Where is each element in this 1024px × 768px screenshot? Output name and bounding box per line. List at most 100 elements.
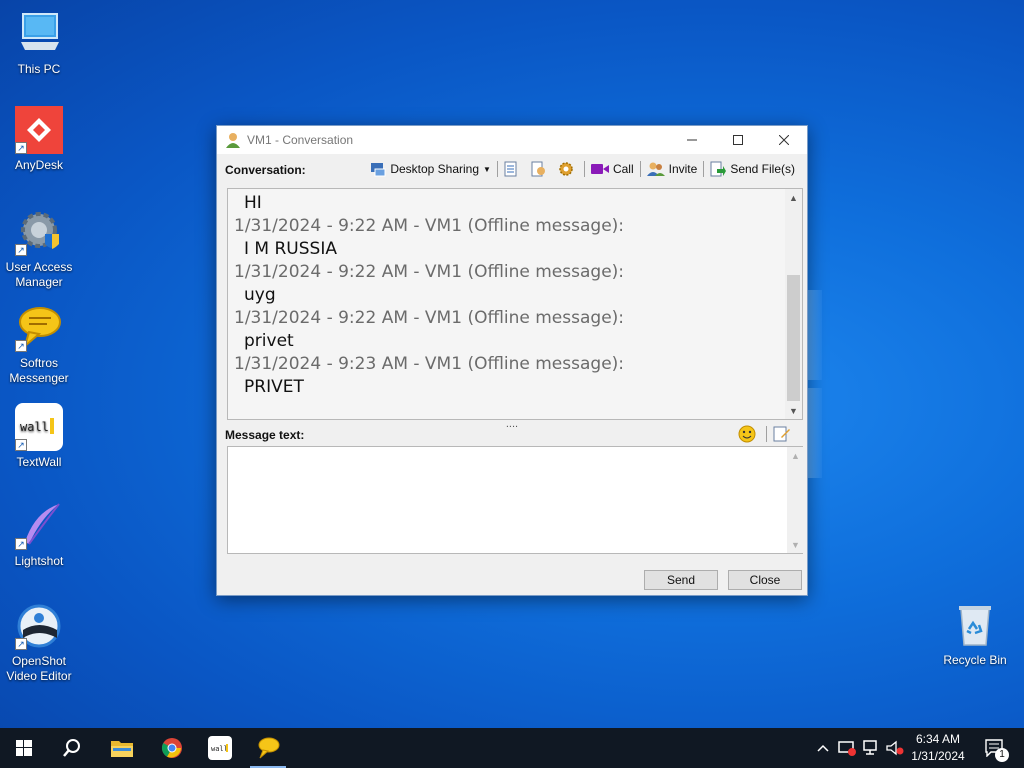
- contact-info-icon: [531, 161, 545, 177]
- maximize-button[interactable]: [715, 126, 761, 154]
- chrome-icon: [161, 738, 182, 758]
- softros-messenger-icon: [258, 737, 280, 759]
- message-tools: [734, 423, 799, 445]
- invite-label: Invite: [668, 162, 698, 176]
- desktop-icon-openshot[interactable]: ↗ OpenShot Video Editor: [0, 602, 79, 684]
- message-text: PRIVET: [244, 377, 304, 397]
- user-contact-icon: [226, 133, 240, 148]
- notification-center-button[interactable]: 1: [980, 728, 1010, 768]
- scroll-down-icon[interactable]: ▼: [785, 402, 802, 419]
- toolbar-separator: [639, 161, 641, 177]
- taskbar-softros-messenger[interactable]: [244, 728, 292, 768]
- message-header: 1/31/2024 - 9:23 AM - VM1 (Offline messa…: [234, 354, 625, 374]
- windows-logo-icon: [16, 740, 32, 756]
- minimize-button[interactable]: [669, 126, 715, 154]
- smiley-icon: [738, 425, 756, 443]
- message-text: HI: [244, 193, 262, 213]
- desktop-icon-label: Lightshot: [14, 554, 64, 568]
- shortcut-arrow-icon: ↗: [15, 340, 27, 352]
- maximize-icon: [733, 135, 743, 145]
- toolbar-separator: [766, 426, 767, 442]
- taskbar-file-explorer[interactable]: [98, 728, 146, 768]
- desktop-sharing-icon: [371, 163, 386, 177]
- text-format-button[interactable]: [769, 423, 799, 445]
- conversation-label: Conversation:: [225, 163, 306, 177]
- send-button[interactable]: Send: [644, 570, 718, 590]
- pane-splitter[interactable]: ....: [217, 419, 807, 430]
- shortcut-arrow-icon: ↗: [15, 638, 27, 650]
- call-button[interactable]: Call: [587, 158, 638, 180]
- this-pc-icon: [15, 10, 63, 58]
- toolbar-separator: [703, 161, 705, 177]
- scroll-up-icon[interactable]: ▲: [785, 189, 802, 206]
- desktop-icon-this-pc[interactable]: This PC: [0, 10, 79, 77]
- conversation-scrollbar[interactable]: ▲ ▼: [785, 189, 802, 419]
- send-files-button[interactable]: Send File(s): [706, 158, 799, 180]
- security-alert-icon: [838, 741, 856, 756]
- desktop-icon-textwall[interactable]: wall ↗ TextWall: [0, 403, 79, 470]
- tray-security-icon-button[interactable]: [836, 728, 858, 768]
- search-button[interactable]: [48, 728, 96, 768]
- desktop-icon-label: Recycle Bin: [943, 653, 1007, 667]
- recycle-bin-icon: [951, 601, 999, 649]
- textwall-icon: wall ↗: [15, 403, 63, 451]
- desktop-icon-user-access-manager[interactable]: ↗ User Access Manager: [0, 208, 79, 290]
- desktop-icon-label: Softros Messenger: [9, 356, 69, 385]
- softros-messenger-icon: ↗: [15, 304, 63, 352]
- title-bar[interactable]: VM1 - Conversation: [217, 126, 807, 154]
- edit-text-icon: [773, 426, 790, 442]
- svg-text:wall: wall: [20, 420, 49, 434]
- message-header: 1/31/2024 - 9:22 AM - VM1 (Offline messa…: [234, 216, 625, 236]
- message-list: HI 1/31/2024 - 9:22 AM - VM1 (Offline me…: [228, 189, 802, 399]
- close-window-button[interactable]: [761, 126, 807, 154]
- gear-icon: [559, 162, 573, 176]
- message-text: uyg: [244, 285, 276, 305]
- call-label: Call: [612, 162, 634, 176]
- taskbar-clock[interactable]: 6:34 AM 1/31/2024: [902, 731, 974, 765]
- conversation-toolbar: Conversation: Desktop Sharing ▼ Call Inv…: [217, 154, 807, 184]
- history-button[interactable]: [500, 158, 526, 180]
- video-call-icon: [590, 164, 609, 174]
- contact-info-button[interactable]: [526, 158, 554, 180]
- message-input[interactable]: [227, 446, 803, 554]
- desktop-icon-label: TextWall: [16, 455, 62, 469]
- tray-network-button[interactable]: [860, 728, 882, 768]
- desktop-icon-label: This PC: [17, 62, 61, 76]
- scroll-up-icon[interactable]: ▲: [787, 447, 804, 464]
- desktop-icon-softros-messenger[interactable]: ↗ Softros Messenger: [0, 304, 79, 386]
- settings-button[interactable]: [554, 158, 582, 180]
- notification-count-badge: 1: [995, 748, 1009, 762]
- conversation-window: VM1 - Conversation Conversation: Desktop: [216, 125, 808, 596]
- start-button[interactable]: [0, 728, 48, 768]
- scroll-thumb[interactable]: [787, 275, 800, 401]
- openshot-icon: ↗: [15, 602, 63, 650]
- close-icon: [779, 135, 789, 145]
- show-hidden-icons-button[interactable]: [814, 728, 832, 768]
- desktop-icon-lightshot[interactable]: ↗ Lightshot: [0, 502, 79, 569]
- textwall-icon: wall: [208, 736, 232, 760]
- conversation-history[interactable]: HI 1/31/2024 - 9:22 AM - VM1 (Offline me…: [227, 188, 803, 420]
- desktop-icon-recycle-bin[interactable]: Recycle Bin: [935, 601, 1015, 668]
- desktop-sharing-button[interactable]: Desktop Sharing ▼: [366, 158, 495, 180]
- lightshot-icon: ↗: [15, 502, 63, 550]
- desktop: This PC ↗ AnyDesk ↗ User Access Manager: [0, 0, 1024, 728]
- emoticons-button[interactable]: [734, 423, 764, 445]
- toolbar-separator: [496, 161, 498, 177]
- send-files-label: Send File(s): [730, 162, 795, 176]
- scroll-down-icon[interactable]: ▼: [787, 536, 804, 553]
- send-file-icon: [710, 161, 727, 177]
- desktop-icon-anydesk[interactable]: ↗ AnyDesk: [0, 106, 79, 173]
- close-button[interactable]: Close: [728, 570, 802, 590]
- taskbar-chrome[interactable]: [148, 728, 196, 768]
- user-access-manager-icon: ↗: [15, 208, 63, 256]
- shortcut-arrow-icon: ↗: [15, 244, 27, 256]
- window-title: VM1 - Conversation: [247, 133, 354, 147]
- taskbar-textwall[interactable]: wall: [196, 728, 244, 768]
- history-icon: [504, 161, 517, 177]
- shortcut-arrow-icon: ↗: [15, 142, 27, 154]
- svg-text:wall: wall: [211, 745, 228, 753]
- message-header: 1/31/2024 - 9:22 AM - VM1 (Offline messa…: [234, 308, 625, 328]
- anydesk-icon: ↗: [15, 106, 63, 154]
- invite-button[interactable]: Invite: [643, 158, 702, 180]
- message-input-scrollbar[interactable]: ▲ ▼: [787, 447, 804, 553]
